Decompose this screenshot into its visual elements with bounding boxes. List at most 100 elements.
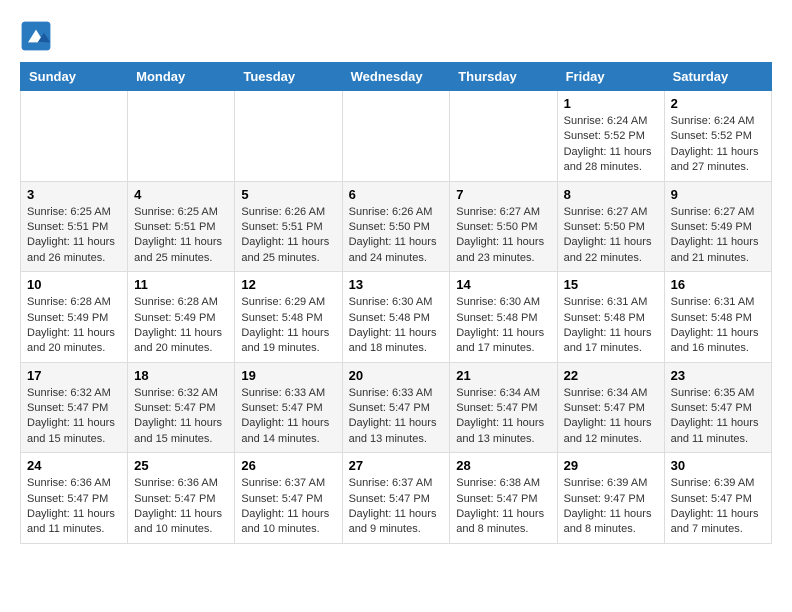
daylight-text: Daylight: 11 hours and 21 minutes. bbox=[671, 235, 765, 266]
calendar-cell: 29 Sunrise: 6:39 AM Sunset: 9:47 PM Dayl… bbox=[557, 453, 664, 544]
day-info: Sunrise: 6:30 AM Sunset: 5:48 PM Dayligh… bbox=[456, 295, 550, 357]
calendar-cell: 22 Sunrise: 6:34 AM Sunset: 5:47 PM Dayl… bbox=[557, 362, 664, 453]
calendar-cell: 25 Sunrise: 6:36 AM Sunset: 5:47 PM Dayl… bbox=[128, 453, 235, 544]
calendar-cell bbox=[342, 91, 450, 182]
day-number: 21 bbox=[456, 368, 550, 383]
daylight-text: Daylight: 11 hours and 20 minutes. bbox=[134, 326, 228, 357]
sunrise-text: Sunrise: 6:30 AM bbox=[456, 295, 550, 310]
day-number: 14 bbox=[456, 277, 550, 292]
daylight-text: Daylight: 11 hours and 27 minutes. bbox=[671, 145, 765, 176]
calendar-cell: 9 Sunrise: 6:27 AM Sunset: 5:49 PM Dayli… bbox=[664, 181, 771, 272]
day-number: 3 bbox=[27, 187, 121, 202]
calendar-cell bbox=[21, 91, 128, 182]
sunset-text: Sunset: 5:47 PM bbox=[241, 401, 335, 416]
day-info: Sunrise: 6:28 AM Sunset: 5:49 PM Dayligh… bbox=[27, 295, 121, 357]
sunrise-text: Sunrise: 6:28 AM bbox=[27, 295, 121, 310]
sunrise-text: Sunrise: 6:33 AM bbox=[349, 386, 444, 401]
logo bbox=[20, 20, 56, 52]
day-info: Sunrise: 6:26 AM Sunset: 5:51 PM Dayligh… bbox=[241, 205, 335, 267]
column-header-saturday: Saturday bbox=[664, 63, 771, 91]
sunset-text: Sunset: 5:49 PM bbox=[27, 311, 121, 326]
sunrise-text: Sunrise: 6:35 AM bbox=[671, 386, 765, 401]
day-number: 2 bbox=[671, 96, 765, 111]
calendar-cell: 12 Sunrise: 6:29 AM Sunset: 5:48 PM Dayl… bbox=[235, 272, 342, 363]
sunrise-text: Sunrise: 6:26 AM bbox=[349, 205, 444, 220]
sunset-text: Sunset: 5:47 PM bbox=[27, 401, 121, 416]
day-info: Sunrise: 6:39 AM Sunset: 9:47 PM Dayligh… bbox=[564, 476, 658, 538]
sunrise-text: Sunrise: 6:36 AM bbox=[27, 476, 121, 491]
column-header-sunday: Sunday bbox=[21, 63, 128, 91]
calendar-week-row: 17 Sunrise: 6:32 AM Sunset: 5:47 PM Dayl… bbox=[21, 362, 772, 453]
sunset-text: Sunset: 5:51 PM bbox=[134, 220, 228, 235]
day-info: Sunrise: 6:27 AM Sunset: 5:49 PM Dayligh… bbox=[671, 205, 765, 267]
day-info: Sunrise: 6:38 AM Sunset: 5:47 PM Dayligh… bbox=[456, 476, 550, 538]
daylight-text: Daylight: 11 hours and 18 minutes. bbox=[349, 326, 444, 357]
sunset-text: Sunset: 5:47 PM bbox=[134, 492, 228, 507]
sunset-text: Sunset: 5:47 PM bbox=[671, 401, 765, 416]
day-number: 27 bbox=[349, 458, 444, 473]
sunset-text: Sunset: 5:48 PM bbox=[241, 311, 335, 326]
calendar-cell: 28 Sunrise: 6:38 AM Sunset: 5:47 PM Dayl… bbox=[450, 453, 557, 544]
daylight-text: Daylight: 11 hours and 28 minutes. bbox=[564, 145, 658, 176]
day-info: Sunrise: 6:35 AM Sunset: 5:47 PM Dayligh… bbox=[671, 386, 765, 448]
day-info: Sunrise: 6:31 AM Sunset: 5:48 PM Dayligh… bbox=[564, 295, 658, 357]
sunset-text: Sunset: 5:47 PM bbox=[349, 401, 444, 416]
sunset-text: Sunset: 5:47 PM bbox=[27, 492, 121, 507]
day-number: 13 bbox=[349, 277, 444, 292]
sunset-text: Sunset: 5:52 PM bbox=[564, 129, 658, 144]
daylight-text: Daylight: 11 hours and 17 minutes. bbox=[564, 326, 658, 357]
day-info: Sunrise: 6:33 AM Sunset: 5:47 PM Dayligh… bbox=[241, 386, 335, 448]
column-header-friday: Friday bbox=[557, 63, 664, 91]
sunset-text: Sunset: 5:49 PM bbox=[671, 220, 765, 235]
day-number: 9 bbox=[671, 187, 765, 202]
sunrise-text: Sunrise: 6:37 AM bbox=[241, 476, 335, 491]
daylight-text: Daylight: 11 hours and 11 minutes. bbox=[671, 416, 765, 447]
day-info: Sunrise: 6:31 AM Sunset: 5:48 PM Dayligh… bbox=[671, 295, 765, 357]
sunrise-text: Sunrise: 6:39 AM bbox=[564, 476, 658, 491]
daylight-text: Daylight: 11 hours and 20 minutes. bbox=[27, 326, 121, 357]
daylight-text: Daylight: 11 hours and 14 minutes. bbox=[241, 416, 335, 447]
day-number: 16 bbox=[671, 277, 765, 292]
daylight-text: Daylight: 11 hours and 22 minutes. bbox=[564, 235, 658, 266]
calendar-cell: 2 Sunrise: 6:24 AM Sunset: 5:52 PM Dayli… bbox=[664, 91, 771, 182]
day-number: 11 bbox=[134, 277, 228, 292]
day-number: 4 bbox=[134, 187, 228, 202]
logo-icon bbox=[20, 20, 52, 52]
day-info: Sunrise: 6:30 AM Sunset: 5:48 PM Dayligh… bbox=[349, 295, 444, 357]
day-number: 30 bbox=[671, 458, 765, 473]
sunrise-text: Sunrise: 6:30 AM bbox=[349, 295, 444, 310]
daylight-text: Daylight: 11 hours and 16 minutes. bbox=[671, 326, 765, 357]
day-number: 29 bbox=[564, 458, 658, 473]
day-info: Sunrise: 6:29 AM Sunset: 5:48 PM Dayligh… bbox=[241, 295, 335, 357]
sunrise-text: Sunrise: 6:33 AM bbox=[241, 386, 335, 401]
day-number: 28 bbox=[456, 458, 550, 473]
sunrise-text: Sunrise: 6:32 AM bbox=[27, 386, 121, 401]
daylight-text: Daylight: 11 hours and 25 minutes. bbox=[241, 235, 335, 266]
sunrise-text: Sunrise: 6:28 AM bbox=[134, 295, 228, 310]
day-number: 15 bbox=[564, 277, 658, 292]
sunset-text: Sunset: 5:47 PM bbox=[456, 401, 550, 416]
sunset-text: Sunset: 5:47 PM bbox=[134, 401, 228, 416]
daylight-text: Daylight: 11 hours and 12 minutes. bbox=[564, 416, 658, 447]
sunrise-text: Sunrise: 6:24 AM bbox=[564, 114, 658, 129]
sunrise-text: Sunrise: 6:34 AM bbox=[456, 386, 550, 401]
calendar-cell: 10 Sunrise: 6:28 AM Sunset: 5:49 PM Dayl… bbox=[21, 272, 128, 363]
day-info: Sunrise: 6:33 AM Sunset: 5:47 PM Dayligh… bbox=[349, 386, 444, 448]
sunset-text: Sunset: 5:51 PM bbox=[241, 220, 335, 235]
sunset-text: Sunset: 5:48 PM bbox=[349, 311, 444, 326]
day-number: 20 bbox=[349, 368, 444, 383]
calendar-cell bbox=[235, 91, 342, 182]
day-info: Sunrise: 6:37 AM Sunset: 5:47 PM Dayligh… bbox=[349, 476, 444, 538]
day-number: 5 bbox=[241, 187, 335, 202]
day-info: Sunrise: 6:27 AM Sunset: 5:50 PM Dayligh… bbox=[456, 205, 550, 267]
day-info: Sunrise: 6:25 AM Sunset: 5:51 PM Dayligh… bbox=[27, 205, 121, 267]
daylight-text: Daylight: 11 hours and 8 minutes. bbox=[564, 507, 658, 538]
sunrise-text: Sunrise: 6:39 AM bbox=[671, 476, 765, 491]
sunset-text: Sunset: 5:47 PM bbox=[241, 492, 335, 507]
calendar-week-row: 24 Sunrise: 6:36 AM Sunset: 5:47 PM Dayl… bbox=[21, 453, 772, 544]
sunrise-text: Sunrise: 6:29 AM bbox=[241, 295, 335, 310]
day-number: 8 bbox=[564, 187, 658, 202]
calendar-cell: 27 Sunrise: 6:37 AM Sunset: 5:47 PM Dayl… bbox=[342, 453, 450, 544]
calendar-cell: 14 Sunrise: 6:30 AM Sunset: 5:48 PM Dayl… bbox=[450, 272, 557, 363]
sunrise-text: Sunrise: 6:36 AM bbox=[134, 476, 228, 491]
